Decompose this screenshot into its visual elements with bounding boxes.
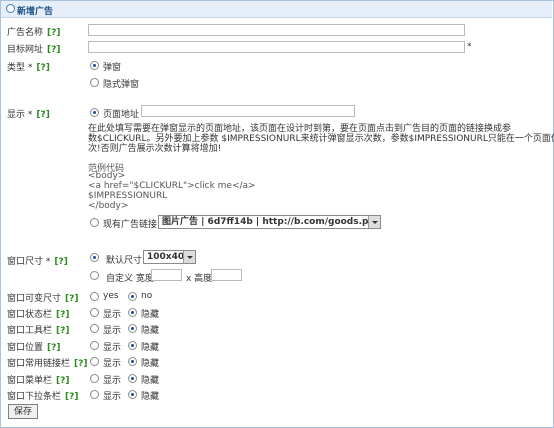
size-default-label: 默认尺寸 (106, 256, 143, 266)
menubar-show-label: 显示 (103, 376, 122, 386)
circle-icon (6, 4, 15, 13)
sample-code-line: $IMPRESSIONURL (88, 191, 168, 201)
type-popup-label: 弹窗 (103, 63, 122, 73)
size-default-radio[interactable] (90, 253, 99, 262)
existing-link-label: 现有广告链接 (103, 220, 158, 230)
type-popup-radio[interactable] (90, 61, 99, 70)
size-default-select[interactable]: 100x40 (143, 250, 196, 264)
display-label: 显示 * [?] (7, 110, 50, 120)
size-custom-radio[interactable] (90, 271, 99, 280)
help-icon[interactable]: [?] (74, 359, 87, 369)
required-mark: * (467, 42, 472, 52)
page-url-input[interactable] (141, 105, 355, 117)
url-input[interactable] (88, 41, 465, 53)
display-description-line: 次!否则广告展示次数计算将增加! (88, 144, 222, 154)
existing-link-radio[interactable] (90, 218, 99, 227)
menubar-label: 窗口菜单栏 [?] (7, 376, 70, 386)
size-custom-label: 自定义 宽度 (106, 274, 154, 284)
location-hide-label: 隐藏 (141, 343, 160, 353)
help-icon[interactable]: [?] (65, 294, 78, 304)
scrollbar-label: 窗口下拉条栏 [?] (7, 392, 79, 402)
type-hidden-popup-label: 隐式弹窗 (103, 80, 140, 90)
links-label: 窗口常用链接栏 [?] (7, 359, 88, 369)
location-hide-radio[interactable] (128, 341, 137, 350)
resizable-no-radio[interactable] (128, 292, 137, 301)
name-input[interactable] (88, 24, 465, 36)
location-label: 窗口位置 [?] (7, 343, 61, 353)
form-header: 新增广告 (1, 1, 552, 18)
resizable-label: 窗口可变尺寸 [?] (7, 294, 79, 304)
display-page-label: 页面地址 (103, 110, 140, 120)
menubar-hide-radio[interactable] (128, 374, 137, 383)
statusbar-hide-radio[interactable] (128, 308, 137, 317)
help-icon[interactable]: [?] (65, 392, 78, 402)
scrollbar-hide-radio[interactable] (128, 390, 137, 399)
menubar-hide-label: 隐藏 (141, 376, 160, 386)
links-show-label: 显示 (103, 359, 122, 369)
toolbar-label: 窗口工具栏 [?] (7, 326, 70, 336)
links-hide-radio[interactable] (128, 357, 137, 366)
help-icon[interactable]: [?] (56, 326, 69, 336)
display-page-radio[interactable] (90, 108, 99, 117)
statusbar-hide-label: 隐藏 (141, 310, 160, 320)
sample-code-line: <a href="$CLICKURL">click me</a> (88, 181, 256, 191)
statusbar-show-radio[interactable] (90, 308, 99, 317)
help-icon[interactable]: [?] (47, 45, 60, 55)
type-hidden-popup-radio[interactable] (90, 78, 99, 87)
save-button[interactable]: 保存 (8, 404, 38, 419)
toolbar-hide-label: 隐藏 (141, 326, 160, 336)
help-icon[interactable]: [?] (56, 376, 69, 386)
location-show-label: 显示 (103, 343, 122, 353)
sample-code-line: <body> (88, 171, 126, 181)
links-show-radio[interactable] (90, 357, 99, 366)
height-label: x 高度 (186, 274, 213, 284)
chevron-down-icon (368, 216, 380, 228)
form-title: 新增广告 (17, 7, 54, 17)
chevron-down-icon (183, 251, 195, 263)
toolbar-hide-radio[interactable] (128, 324, 137, 333)
window-size-label: 窗口尺寸 * [?] (7, 257, 68, 267)
help-icon[interactable]: [?] (47, 343, 60, 353)
resizable-yes-label: yes (103, 291, 119, 301)
resizable-yes-radio[interactable] (90, 292, 99, 301)
location-show-radio[interactable] (90, 341, 99, 350)
menubar-show-radio[interactable] (90, 374, 99, 383)
type-label: 类型 * [?] (7, 63, 50, 73)
width-input[interactable] (151, 269, 182, 281)
existing-link-select[interactable]: 图片广告 | 6d7ff14b | http://b.com/goods.php… (158, 215, 381, 229)
resizable-no-label: no (141, 291, 153, 301)
scrollbar-show-label: 显示 (103, 392, 122, 402)
name-label: 广告名称 [?] (7, 28, 61, 38)
help-icon[interactable]: [?] (54, 257, 67, 267)
help-icon[interactable]: [?] (36, 63, 49, 73)
toolbar-show-label: 显示 (103, 326, 122, 336)
statusbar-label: 窗口状态栏 [?] (7, 310, 70, 320)
scrollbar-hide-label: 隐藏 (141, 392, 160, 402)
toolbar-show-radio[interactable] (90, 324, 99, 333)
help-icon[interactable]: [?] (56, 310, 69, 320)
links-hide-label: 隐藏 (141, 359, 160, 369)
scrollbar-show-radio[interactable] (90, 390, 99, 399)
statusbar-show-label: 显示 (103, 310, 122, 320)
help-icon[interactable]: [?] (36, 110, 49, 120)
url-label: 目标网址 [?] (7, 45, 61, 55)
sample-code-line: </body> (88, 201, 129, 211)
height-input[interactable] (211, 269, 242, 281)
help-icon[interactable]: [?] (47, 28, 60, 38)
